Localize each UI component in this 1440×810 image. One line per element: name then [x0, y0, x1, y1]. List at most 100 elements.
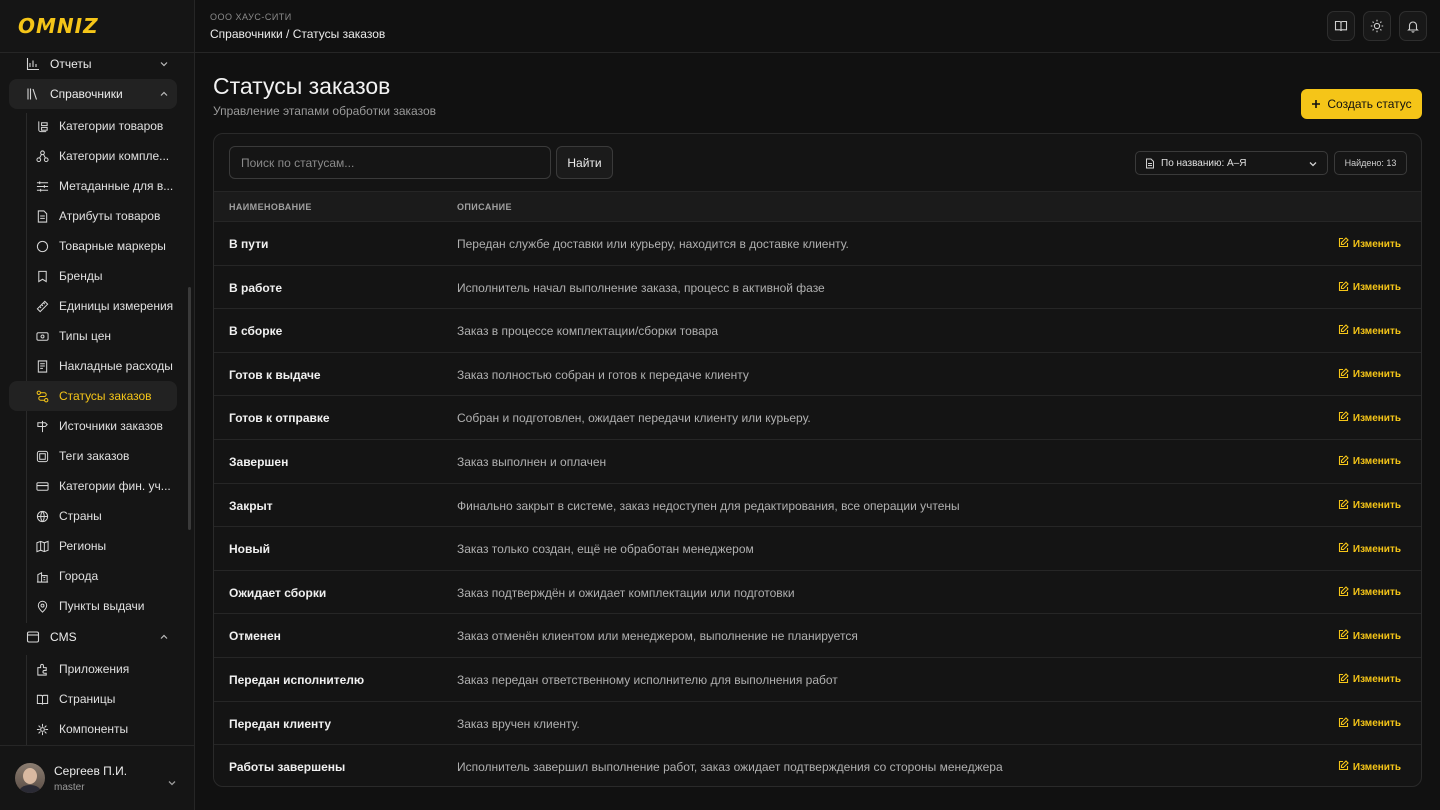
edit-button[interactable]: Изменить [1338, 455, 1401, 469]
find-button[interactable]: Найти [556, 146, 613, 179]
sidebar-item-label: Пункты выдачи [59, 599, 145, 613]
sidebar-item-label: Страны [59, 509, 102, 523]
column-header-name: НАИМЕНОВАНИЕ [229, 202, 312, 212]
status-name: Передан клиенту [229, 716, 332, 731]
edit-icon [1338, 498, 1349, 513]
user-profile[interactable]: Сергеев П.И. master [0, 745, 194, 810]
sidebar-item[interactable]: Города [9, 561, 177, 591]
avatar [15, 763, 45, 793]
sidebar-scrollbar[interactable] [188, 287, 191, 530]
table-row: Ожидает сборки Заказ подтверждён и ожида… [214, 571, 1421, 615]
edit-button[interactable]: Изменить [1338, 542, 1401, 556]
status-name: Завершен [229, 454, 289, 469]
status-description: Собран и подготовлен, ожидает передачи к… [457, 411, 811, 426]
edit-button[interactable]: Изменить [1338, 629, 1401, 643]
page-title: Статусы заказов [213, 73, 391, 99]
sidebar-item-label: Товарные маркеры [59, 239, 166, 253]
sidebar-group-3[interactable]: CMS [9, 622, 177, 652]
status-description: Заказ вручен клиенту. [457, 716, 580, 731]
sidebar-item[interactable]: Типы цен [9, 321, 177, 351]
status-name: Готов к отправке [229, 411, 330, 426]
sidebar-item-label: Метаданные для в... [59, 179, 174, 193]
sidebar-item[interactable]: Регионы [9, 531, 177, 561]
table-row: Завершен Заказ выполнен и оплачен Измени… [214, 440, 1421, 484]
topbar: ООО ХАУС-СИТИ Справочники / Статусы зака… [195, 0, 1440, 53]
edit-button[interactable]: Изменить [1338, 716, 1401, 731]
table-header: НАИМЕНОВАНИЕ ОПИСАНИЕ [214, 191, 1421, 222]
edit-button[interactable]: Изменить [1338, 237, 1401, 251]
sidebar-item[interactable]: Пункты выдачи [9, 591, 177, 621]
table-row: Передан клиенту Заказ вручен клиенту. Из… [214, 702, 1421, 746]
chevron-down-icon[interactable] [167, 775, 177, 793]
edit-button[interactable]: Изменить [1338, 411, 1401, 425]
sort-select[interactable]: По названию: А–Я [1135, 151, 1328, 175]
table-row: Работы завершены Исполнитель завершил вы… [214, 745, 1421, 786]
notifications-button[interactable] [1399, 11, 1427, 41]
sidebar-item[interactable]: Категории компле... [9, 141, 177, 171]
status-description: Заказ подтверждён и ожидает комплектации… [457, 585, 795, 600]
bell-icon [1407, 21, 1419, 33]
status-description: Передан службе доставки или курьеру, нах… [457, 237, 849, 251]
puzzle-icon [36, 663, 49, 676]
status-name: Отменен [229, 629, 281, 644]
sidebar-item-label: Категории компле... [59, 149, 170, 163]
create-status-button[interactable]: Создать статус [1301, 89, 1422, 119]
user-name: Сергеев П.И. [54, 763, 128, 778]
edit-button[interactable]: Изменить [1338, 673, 1401, 687]
table-row: Новый Заказ только создан, ещё не обрабо… [214, 527, 1421, 571]
sidebar: OMNIZ Отчеты Справочники Категории товар… [0, 0, 195, 810]
edit-button[interactable]: Изменить [1338, 585, 1401, 600]
status-name: В работе [229, 280, 282, 295]
sidebar-item[interactable]: Компоненты [9, 714, 177, 744]
sidebar-item[interactable]: Товарные маркеры [9, 231, 177, 261]
status-name: В пути [229, 237, 269, 251]
status-description: Исполнитель завершил выполнение работ, з… [457, 760, 1003, 775]
categories-icon [36, 120, 49, 133]
search-input[interactable] [229, 146, 551, 179]
sidebar-item-label: Единицы измерения [59, 299, 174, 313]
edit-button[interactable]: Изменить [1338, 324, 1401, 338]
sidebar-item[interactable]: Бренды [9, 261, 177, 291]
sidebar-item[interactable]: Приложения [9, 654, 177, 684]
sidebar-item[interactable]: Категории товаров [9, 111, 177, 141]
edit-button[interactable]: Изменить [1338, 760, 1401, 774]
route-icon [36, 390, 49, 403]
signpost-icon [36, 420, 49, 433]
bookmark-icon [36, 270, 49, 283]
sidebar-item[interactable]: Единицы измерения [9, 291, 177, 321]
edit-button[interactable]: Изменить [1338, 368, 1401, 382]
theme-toggle-button[interactable] [1363, 11, 1391, 41]
table-row: В сборке Заказ в процессе комплектации/с… [214, 309, 1421, 353]
document-icon [36, 209, 49, 223]
sidebar-item-label: Статусы заказов [59, 389, 152, 403]
status-name: Передан исполнителю [229, 672, 365, 687]
kit-icon [36, 149, 49, 163]
sidebar-group-label: Отчеты [50, 57, 92, 71]
sidebar-item[interactable]: Статусы заказов [9, 381, 177, 411]
status-name: Ожидает сборки [229, 585, 327, 600]
tag-icon [36, 450, 49, 463]
sidebar-item[interactable]: Категории фин. уч... [9, 471, 177, 501]
sidebar-group-1[interactable]: Отчеты [9, 53, 177, 79]
edit-button[interactable]: Изменить [1338, 280, 1401, 295]
sidebar-group-2[interactable]: Справочники [9, 79, 177, 109]
edit-button[interactable]: Изменить [1338, 498, 1401, 513]
found-count-badge: Найдено: 13 [1334, 151, 1407, 175]
edit-icon [1338, 629, 1349, 643]
plus-icon [1312, 100, 1321, 108]
logo[interactable]: OMNIZ [0, 0, 194, 53]
sidebar-item[interactable]: Теги заказов [9, 441, 177, 471]
sidebar-item[interactable]: Накладные расходы [9, 351, 177, 381]
sidebar-item[interactable]: Страницы [9, 684, 177, 714]
status-description: Заказ выполнен и оплачен [457, 454, 607, 469]
book-open-button[interactable] [1327, 11, 1355, 41]
sidebar-item[interactable]: Атрибуты товаров [9, 201, 177, 231]
sidebar-item[interactable]: Метаданные для в... [9, 171, 177, 201]
status-name: Работы завершены [229, 760, 346, 775]
user-role: master [54, 781, 85, 793]
sidebar-item-label: Теги заказов [59, 449, 130, 463]
sidebar-item[interactable]: Источники заказов [9, 411, 177, 441]
sidebar-item[interactable]: Страны [9, 501, 177, 531]
status-name: Новый [229, 542, 270, 557]
status-description: Заказ только создан, ещё не обработан ме… [457, 542, 754, 557]
